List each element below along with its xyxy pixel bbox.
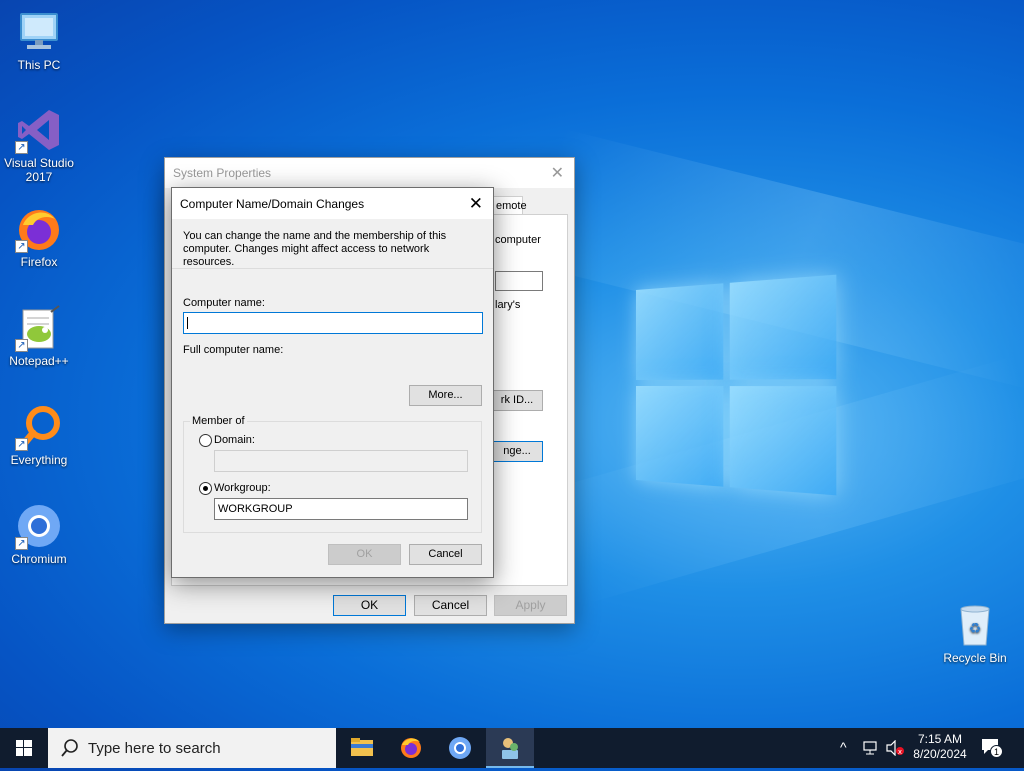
svg-text:x: x (898, 748, 902, 756)
dialog-cancel-button[interactable]: Cancel (409, 544, 482, 565)
firefox-icon: ↗ (15, 205, 63, 253)
computer-description-field[interactable] (495, 271, 543, 291)
separator (172, 268, 493, 269)
start-button[interactable] (0, 728, 48, 768)
taskbar-firefox[interactable] (387, 728, 435, 768)
more-button[interactable]: More... (409, 385, 482, 406)
computer-name-input[interactable] (183, 312, 483, 334)
volume-muted-icon[interactable]: x (885, 740, 905, 756)
desktop-icon-label: Recycle Bin (943, 651, 1007, 665)
dialog-titlebar[interactable]: Computer Name/Domain Changes ✕ (172, 188, 493, 219)
shortcut-arrow-icon: ↗ (15, 240, 28, 253)
computer-name-label: Computer name: (183, 297, 265, 309)
desktop-icon-firefox[interactable]: ↗ Firefox (1, 205, 77, 269)
notepadpp-icon: ↗ (15, 304, 63, 352)
dialog-ok-button[interactable]: OK (328, 544, 401, 565)
apply-button[interactable]: Apply (494, 595, 567, 616)
firefox-icon (401, 738, 421, 758)
chromium-icon: ↗ (15, 502, 63, 550)
tab-remote[interactable]: emote (493, 196, 527, 215)
system-properties-icon (502, 738, 518, 759)
domain-radio[interactable] (199, 434, 212, 447)
desktop-icon-this-pc[interactable]: This PC (1, 8, 77, 72)
desktop-icon-chromium[interactable]: ↗ Chromium (1, 502, 77, 566)
shortcut-arrow-icon: ↗ (15, 537, 28, 550)
desktop-icon-everything[interactable]: ↗ Everything (1, 403, 77, 467)
network-id-button[interactable]: rk ID... (491, 390, 543, 411)
network-icon[interactable] (862, 740, 880, 756)
domain-label: Domain: (214, 434, 255, 446)
desktop-icon-label: Notepad++ (9, 354, 69, 368)
desktop-icon-visual-studio[interactable]: ↗ Visual Studio 2017 (1, 106, 77, 184)
desktop-icon-label: Visual Studio 2017 (4, 156, 74, 184)
system-properties-titlebar[interactable]: System Properties ✕ (165, 158, 574, 188)
workgroup-input[interactable]: WORKGROUP (214, 498, 468, 520)
domain-input[interactable] (214, 450, 468, 472)
shortcut-arrow-icon: ↗ (15, 141, 28, 154)
close-icon[interactable]: ✕ (469, 194, 483, 214)
chevron-up-icon[interactable]: ^ (840, 739, 847, 755)
notification-count-badge: 1 (990, 745, 1003, 758)
computer-icon (15, 8, 63, 56)
wallpaper-windows-logo (636, 274, 837, 496)
action-center-button[interactable]: 1 (980, 737, 1006, 759)
desktop-icon-label: Chromium (11, 552, 67, 566)
clock-date: 8/20/2024 (913, 747, 967, 761)
desktop-icon-label: Everything (10, 453, 68, 467)
shortcut-arrow-icon: ↗ (15, 438, 28, 451)
partial-example-text: lary's (495, 299, 521, 311)
svg-text:♻: ♻ (969, 621, 982, 637)
dialog-description: You can change the name and the membersh… (183, 230, 447, 268)
shortcut-arrow-icon: ↗ (15, 339, 28, 352)
dialog-title: Computer Name/Domain Changes (180, 197, 365, 211)
workgroup-label: Workgroup: (214, 482, 271, 494)
everything-search-icon: ↗ (15, 403, 63, 451)
search-placeholder: Type here to search (88, 740, 221, 757)
taskbar-system-properties[interactable] (486, 728, 534, 768)
close-icon[interactable]: ✕ (551, 163, 564, 183)
taskbar: Type here to search ^ x 7:15 AM 8/20/202… (0, 728, 1024, 768)
folder-icon (351, 738, 373, 756)
change-button[interactable]: nge... (491, 441, 543, 462)
cancel-button[interactable]: Cancel (414, 595, 487, 616)
windows-logo-icon (16, 740, 32, 756)
taskbar-search-box[interactable]: Type here to search (48, 728, 336, 768)
system-properties-title: System Properties (173, 166, 272, 180)
ok-button[interactable]: OK (333, 595, 406, 616)
search-icon (61, 739, 78, 757)
taskbar-chromium[interactable] (436, 728, 484, 768)
desktop-icon-label: Firefox (20, 255, 58, 269)
workgroup-radio[interactable] (199, 482, 212, 495)
visual-studio-icon: ↗ (15, 106, 63, 154)
partial-description-text: computer (495, 234, 541, 246)
taskbar-file-explorer[interactable] (338, 728, 386, 768)
clock[interactable]: 7:15 AM 8/20/2024 (905, 732, 975, 762)
clock-time: 7:15 AM (917, 732, 963, 746)
desktop-icon-recycle-bin[interactable]: ♻ Recycle Bin (937, 601, 1013, 665)
member-of-label: Member of (190, 415, 247, 427)
text-cursor (187, 317, 188, 330)
full-computer-name-label: Full computer name: (183, 344, 284, 356)
desktop-icon-label: This PC (17, 58, 61, 72)
chromium-icon (449, 737, 471, 759)
desktop-icon-notepadpp[interactable]: ↗ Notepad++ (1, 304, 77, 368)
recycle-bin-icon: ♻ (951, 601, 999, 649)
